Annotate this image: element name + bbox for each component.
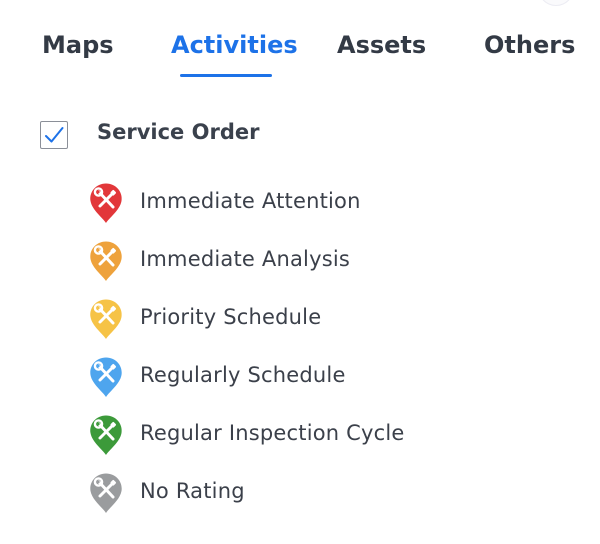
legend-label: Regularly Schedule — [140, 363, 346, 387]
active-tab-indicator — [180, 74, 272, 77]
legend-label: Regular Inspection Cycle — [140, 421, 405, 445]
tab-maps[interactable]: Maps — [42, 31, 114, 59]
legend-label: Immediate Attention — [140, 189, 361, 213]
tab-activities[interactable]: Activities — [171, 31, 298, 59]
legend-label: No Rating — [140, 479, 245, 503]
wrench-screwdriver-pin-icon — [86, 470, 126, 514]
legend-label: Immediate Analysis — [140, 247, 351, 271]
legend-item-immediate-attention: Immediate Attention — [86, 180, 506, 224]
legend-item-no-rating: No Rating — [86, 470, 506, 514]
tab-assets[interactable]: Assets — [337, 31, 426, 59]
legend-item-immediate-analysis: Immediate Analysis — [86, 238, 506, 282]
wrench-screwdriver-pin-icon — [86, 354, 126, 398]
wrench-screwdriver-pin-icon — [86, 412, 126, 456]
checkmark-icon — [45, 127, 64, 143]
legend-label: Priority Schedule — [140, 305, 322, 329]
legend-item-regular-inspection-cycle: Regular Inspection Cycle — [86, 412, 506, 456]
wrench-screwdriver-pin-icon — [86, 180, 126, 224]
legend-item-priority-schedule: Priority Schedule — [86, 296, 506, 340]
activities-panel: Maps Activities Assets Others Service Or… — [0, 0, 600, 544]
tab-others[interactable]: Others — [484, 31, 575, 59]
legend-item-regularly-schedule: Regularly Schedule — [86, 354, 506, 398]
wrench-screwdriver-pin-icon — [86, 296, 126, 340]
service-order-title: Service Order — [97, 120, 260, 144]
tab-bar: Maps Activities Assets Others — [0, 0, 600, 90]
service-order-checkbox[interactable] — [40, 121, 68, 149]
wrench-screwdriver-pin-icon — [86, 238, 126, 282]
